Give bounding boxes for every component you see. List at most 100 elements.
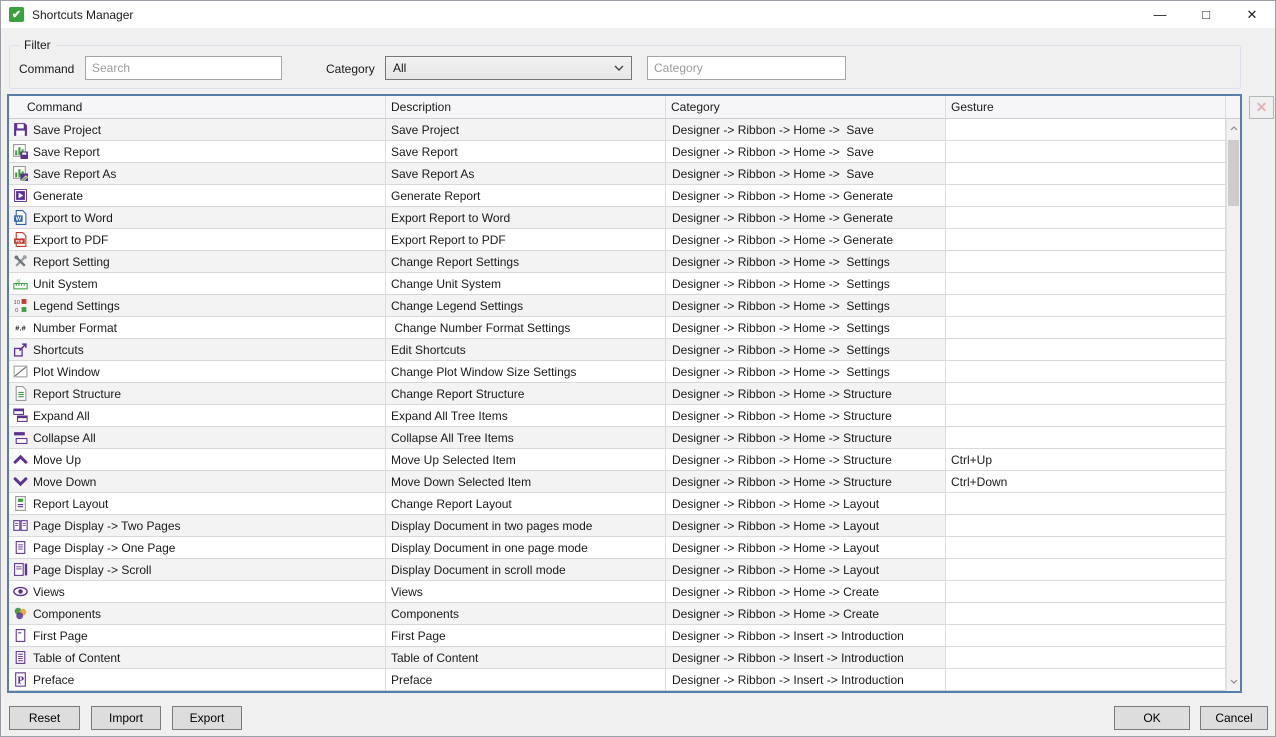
description-cell[interactable]: Change Plot Window Size Settings: [386, 361, 666, 383]
command-cell[interactable]: Page Display -> Scroll: [9, 559, 386, 581]
description-cell[interactable]: Move Up Selected Item: [386, 449, 666, 471]
gesture-cell[interactable]: Ctrl+Down: [946, 471, 1226, 493]
gesture-cell[interactable]: [946, 581, 1226, 603]
description-cell[interactable]: Preface: [386, 669, 666, 691]
import-button[interactable]: Import: [91, 706, 161, 730]
gesture-cell[interactable]: [946, 493, 1226, 515]
command-cell[interactable]: Generate: [9, 185, 386, 207]
table-row[interactable]: Report StructureChange Report StructureD…: [9, 383, 1240, 405]
gesture-cell[interactable]: [946, 251, 1226, 273]
description-cell[interactable]: Move Down Selected Item: [386, 471, 666, 493]
description-cell[interactable]: Export Report to PDF: [386, 229, 666, 251]
category-cell[interactable]: Designer -> Ribbon -> Home -> Layout: [666, 515, 946, 537]
gesture-cell[interactable]: [946, 625, 1226, 647]
description-cell[interactable]: Components: [386, 603, 666, 625]
gesture-cell[interactable]: [946, 647, 1226, 669]
delete-gesture-button[interactable]: ✕: [1249, 96, 1274, 119]
command-cell[interactable]: PPreface: [9, 669, 386, 691]
command-cell[interactable]: WExport to Word: [9, 207, 386, 229]
category-filter-input[interactable]: [647, 56, 846, 80]
table-row[interactable]: Move UpMove Up Selected ItemDesigner -> …: [9, 449, 1240, 471]
table-row[interactable]: WExport to WordExport Report to WordDesi…: [9, 207, 1240, 229]
command-cell[interactable]: Move Down: [9, 471, 386, 493]
command-cell[interactable]: Page Display -> One Page: [9, 537, 386, 559]
gesture-cell[interactable]: [946, 361, 1226, 383]
table-row[interactable]: Expand AllExpand All Tree ItemsDesigner …: [9, 405, 1240, 427]
minimize-button[interactable]: —: [1137, 1, 1183, 28]
category-cell[interactable]: Designer -> Ribbon -> Home -> Settings: [666, 339, 946, 361]
description-cell[interactable]: Change Report Settings: [386, 251, 666, 273]
gesture-cell[interactable]: [946, 339, 1226, 361]
gesture-cell[interactable]: [946, 141, 1226, 163]
table-row[interactable]: 100Legend SettingsChange Legend Settings…: [9, 295, 1240, 317]
column-header-description[interactable]: Description: [386, 96, 666, 118]
scrollbar-thumb[interactable]: [1228, 140, 1239, 206]
category-cell[interactable]: Designer -> Ribbon -> Home -> Layout: [666, 537, 946, 559]
category-cell[interactable]: Designer -> Ribbon -> Home -> Save: [666, 163, 946, 185]
gesture-cell[interactable]: [946, 515, 1226, 537]
table-row[interactable]: PPrefacePrefaceDesigner -> Ribbon -> Ins…: [9, 669, 1240, 691]
description-cell[interactable]: Views: [386, 581, 666, 603]
ok-button[interactable]: OK: [1114, 706, 1190, 730]
description-cell[interactable]: Change Legend Settings: [386, 295, 666, 317]
gesture-cell[interactable]: [946, 383, 1226, 405]
category-cell[interactable]: Designer -> Ribbon -> Home -> Generate: [666, 207, 946, 229]
table-row[interactable]: ComponentsComponentsDesigner -> Ribbon -…: [9, 603, 1240, 625]
command-cell[interactable]: Report Setting: [9, 251, 386, 273]
description-cell[interactable]: Export Report to Word: [386, 207, 666, 229]
command-cell[interactable]: Shortcuts: [9, 339, 386, 361]
description-cell[interactable]: Display Document in scroll mode: [386, 559, 666, 581]
gesture-cell[interactable]: [946, 185, 1226, 207]
gesture-cell[interactable]: [946, 537, 1226, 559]
cancel-button[interactable]: Cancel: [1200, 706, 1268, 730]
gesture-cell[interactable]: [946, 405, 1226, 427]
table-row[interactable]: Save Report AsSave Report AsDesigner -> …: [9, 163, 1240, 185]
table-row[interactable]: #.#Number Format Change Number Format Se…: [9, 317, 1240, 339]
table-row[interactable]: GenerateGenerate ReportDesigner -> Ribbo…: [9, 185, 1240, 207]
command-cell[interactable]: Save Report: [9, 141, 386, 163]
gesture-cell[interactable]: [946, 559, 1226, 581]
vertical-scrollbar[interactable]: [1226, 119, 1240, 691]
table-row[interactable]: Move DownMove Down Selected ItemDesigner…: [9, 471, 1240, 493]
table-row[interactable]: siUnit SystemChange Unit SystemDesigner …: [9, 273, 1240, 295]
gesture-cell[interactable]: Ctrl+Up: [946, 449, 1226, 471]
description-cell[interactable]: Generate Report: [386, 185, 666, 207]
category-cell[interactable]: Designer -> Ribbon -> Home -> Structure: [666, 449, 946, 471]
command-cell[interactable]: First Page: [9, 625, 386, 647]
description-cell[interactable]: Edit Shortcuts: [386, 339, 666, 361]
command-cell[interactable]: Collapse All: [9, 427, 386, 449]
reset-button[interactable]: Reset: [9, 706, 80, 730]
command-cell[interactable]: Report Structure: [9, 383, 386, 405]
gesture-cell[interactable]: [946, 207, 1226, 229]
description-cell[interactable]: Change Report Structure: [386, 383, 666, 405]
column-header-gesture[interactable]: Gesture: [946, 96, 1226, 118]
gesture-cell[interactable]: [946, 295, 1226, 317]
category-cell[interactable]: Designer -> Ribbon -> Home -> Settings: [666, 295, 946, 317]
command-cell[interactable]: Expand All: [9, 405, 386, 427]
command-cell[interactable]: Save Report As: [9, 163, 386, 185]
table-row[interactable]: Save ReportSave ReportDesigner -> Ribbon…: [9, 141, 1240, 163]
category-cell[interactable]: Designer -> Ribbon -> Home -> Generate: [666, 185, 946, 207]
gesture-cell[interactable]: [946, 317, 1226, 339]
table-row[interactable]: Report SettingChange Report SettingsDesi…: [9, 251, 1240, 273]
description-cell[interactable]: Change Number Format Settings: [386, 317, 666, 339]
command-cell[interactable]: PDFExport to PDF: [9, 229, 386, 251]
table-row[interactable]: Plot WindowChange Plot Window Size Setti…: [9, 361, 1240, 383]
command-cell[interactable]: Views: [9, 581, 386, 603]
category-cell[interactable]: Designer -> Ribbon -> Home -> Structure: [666, 383, 946, 405]
command-cell[interactable]: Plot Window: [9, 361, 386, 383]
category-cell[interactable]: Designer -> Ribbon -> Home -> Settings: [666, 361, 946, 383]
command-cell[interactable]: Move Up: [9, 449, 386, 471]
category-cell[interactable]: Designer -> Ribbon -> Home -> Structure: [666, 405, 946, 427]
gesture-cell[interactable]: [946, 427, 1226, 449]
category-cell[interactable]: Designer -> Ribbon -> Home -> Structure: [666, 471, 946, 493]
command-cell[interactable]: Report Layout: [9, 493, 386, 515]
maximize-button[interactable]: □: [1183, 1, 1229, 28]
table-row[interactable]: Page Display -> One PageDisplay Document…: [9, 537, 1240, 559]
category-cell[interactable]: Designer -> Ribbon -> Insert -> Introduc…: [666, 625, 946, 647]
description-cell[interactable]: Collapse All Tree Items: [386, 427, 666, 449]
gesture-cell[interactable]: [946, 229, 1226, 251]
command-cell[interactable]: Page Display -> Two Pages: [9, 515, 386, 537]
table-row[interactable]: Collapse AllCollapse All Tree ItemsDesig…: [9, 427, 1240, 449]
category-cell[interactable]: Designer -> Ribbon -> Home -> Structure: [666, 427, 946, 449]
